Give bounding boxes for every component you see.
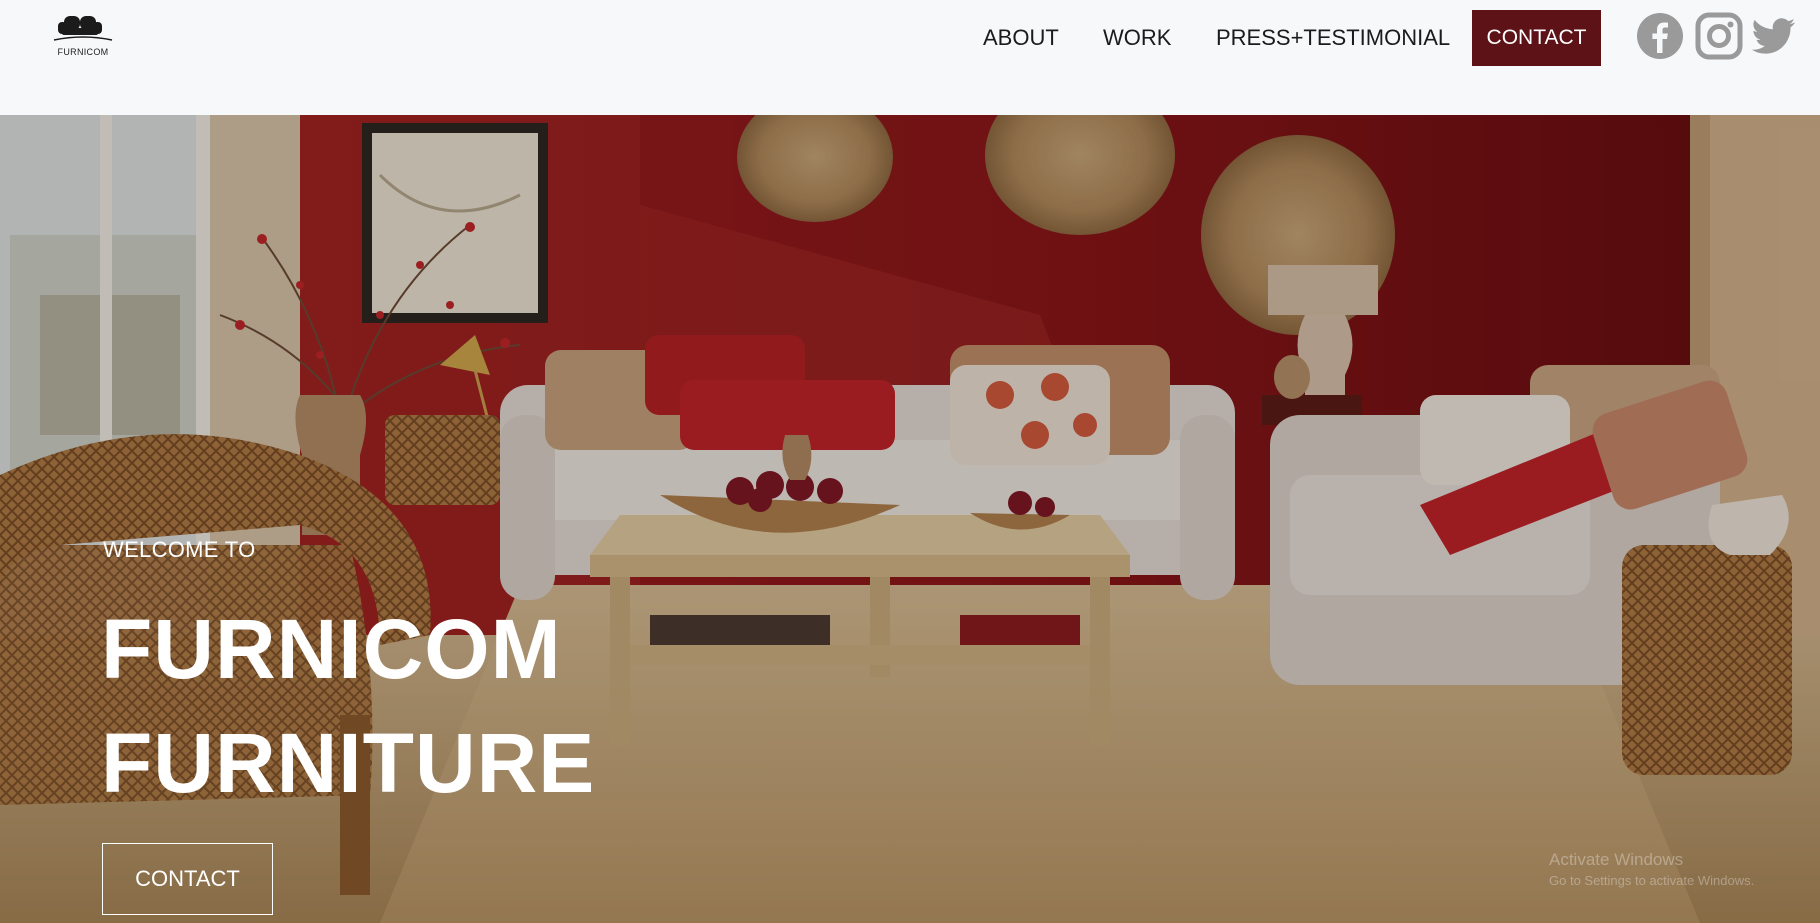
hero-section: WELCOME TO FURNICOM FURNITURE CONTACT Ac… — [0, 115, 1820, 923]
nav-press-testimonial-link[interactable]: PRESS+TESTIMONIAL — [1216, 10, 1450, 66]
site-header: FURNICOM ABOUT WORK PRESS+TESTIMONIAL CO… — [0, 0, 1820, 115]
nav-work-link[interactable]: WORK — [1103, 10, 1171, 66]
watermark-title: Activate Windows — [1549, 850, 1684, 869]
brand-logo[interactable]: FURNICOM — [48, 12, 118, 62]
logo-text: FURNICOM — [57, 47, 109, 57]
hero-contact-button[interactable]: CONTACT — [102, 843, 273, 915]
instagram-icon[interactable] — [1695, 12, 1743, 60]
hero-welcome-text: WELCOME TO — [103, 537, 256, 562]
nav-about-link[interactable]: ABOUT — [983, 10, 1059, 66]
hero-headline-line-2: FURNITURE — [101, 716, 596, 810]
hero-headline-line-1: FURNICOM — [101, 602, 562, 696]
hero-headline: FURNICOM FURNITURE — [101, 592, 595, 820]
twitter-icon[interactable] — [1749, 12, 1797, 60]
facebook-icon[interactable] — [1636, 12, 1684, 60]
nav-contact-button[interactable]: CONTACT — [1472, 10, 1601, 66]
watermark-subtitle: Go to Settings to activate Windows. — [1549, 873, 1755, 888]
sofa-logo-icon — [53, 16, 113, 41]
os-activation-watermark: Activate Windows Go to Settings to activ… — [1549, 849, 1754, 891]
